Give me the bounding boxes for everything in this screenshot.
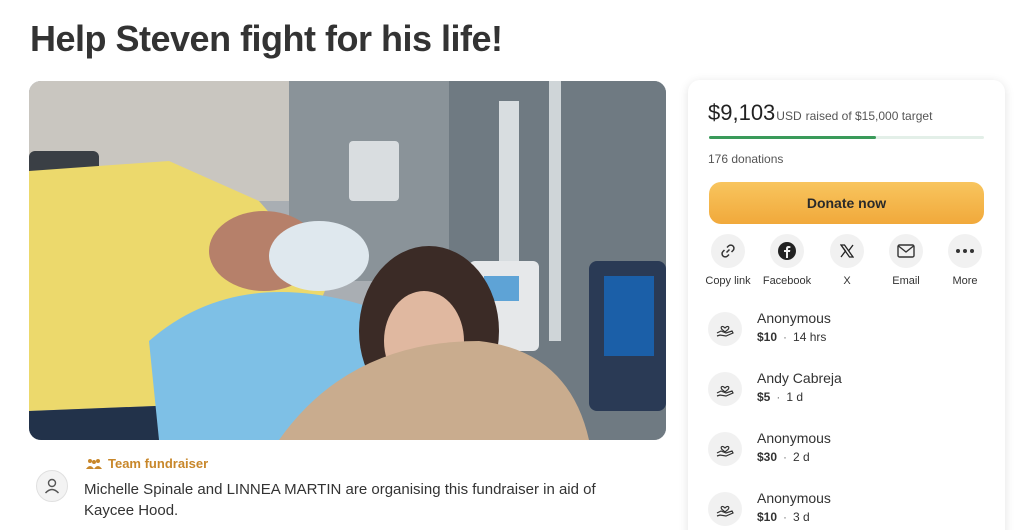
share-label: Facebook [762, 275, 812, 287]
facebook-icon [770, 234, 804, 268]
share-x[interactable]: X [817, 234, 877, 287]
team-fundraiser-badge: Team fundraiser [86, 456, 208, 471]
donor-amount: $30 [757, 450, 778, 464]
donor-item: Anonymous $30 · 2 d [708, 430, 988, 470]
donor-item: Anonymous $10 · 14 hrs [708, 310, 988, 350]
donor-item: Andy Cabreja $5 · 1 d [708, 370, 988, 410]
donor-amount: $5 [757, 390, 771, 404]
donor-meta: $5 · 1 d [757, 390, 804, 404]
donor-time: 14 hrs [793, 330, 827, 344]
heart-hand-icon [708, 432, 742, 466]
raised-amount: $9,103 [708, 100, 776, 125]
donor-meta: $10 · 3 d [757, 510, 810, 524]
team-icon [86, 458, 102, 469]
donor-time: 1 d [786, 390, 804, 404]
donation-count: 176 donations [708, 152, 784, 166]
donation-card: $9,103 USD raised of $15,000 target 176 … [688, 80, 1005, 530]
campaign-photo[interactable] [29, 81, 666, 440]
donor-amount: $10 [757, 330, 778, 344]
hospital-photo-image [29, 81, 666, 440]
heart-hand-icon [708, 372, 742, 406]
raised-currency: USD [776, 109, 802, 123]
heart-hand-icon [708, 492, 742, 526]
more-icon [948, 234, 982, 268]
donor-amount: $10 [757, 510, 778, 524]
share-row: Copy link Facebook X Email More [688, 234, 1005, 294]
share-copy-link[interactable]: Copy link [698, 234, 758, 287]
donor-meta: $10 · 14 hrs [757, 330, 827, 344]
share-label: More [952, 275, 978, 287]
share-label: Copy link [705, 275, 751, 287]
email-icon [889, 234, 923, 268]
link-icon [711, 234, 745, 268]
progress-bar [709, 136, 984, 139]
donor-time: 2 d [793, 450, 810, 464]
share-label: Email [892, 275, 920, 287]
raised-target: raised of $15,000 target [805, 109, 933, 123]
donor-name: Anonymous [757, 430, 831, 446]
donor-name: Andy Cabreja [757, 370, 842, 386]
donor-name: Anonymous [757, 310, 831, 326]
donor-item: Anonymous $10 · 3 d [708, 490, 988, 530]
share-label: X [843, 275, 851, 287]
heart-hand-icon [708, 312, 742, 346]
progress-bar-fill [709, 136, 876, 139]
share-email[interactable]: Email [876, 234, 936, 287]
page-title: Help Steven fight for his life! [30, 18, 503, 59]
donor-name: Anonymous [757, 490, 831, 506]
share-facebook[interactable]: Facebook [757, 234, 817, 287]
x-icon [830, 234, 864, 268]
donate-now-button[interactable]: Donate now [709, 182, 984, 224]
team-fundraiser-label: Team fundraiser [108, 456, 209, 471]
raised-summary: $9,103 USD raised of $15,000 target [708, 100, 932, 126]
user-avatar-icon [36, 470, 68, 502]
organiser-text: Michelle Spinale and LINNEA MARTIN are o… [84, 481, 596, 519]
donor-time: 3 d [793, 510, 810, 524]
donor-meta: $30 · 2 d [757, 450, 810, 464]
share-more[interactable]: More [935, 234, 995, 287]
